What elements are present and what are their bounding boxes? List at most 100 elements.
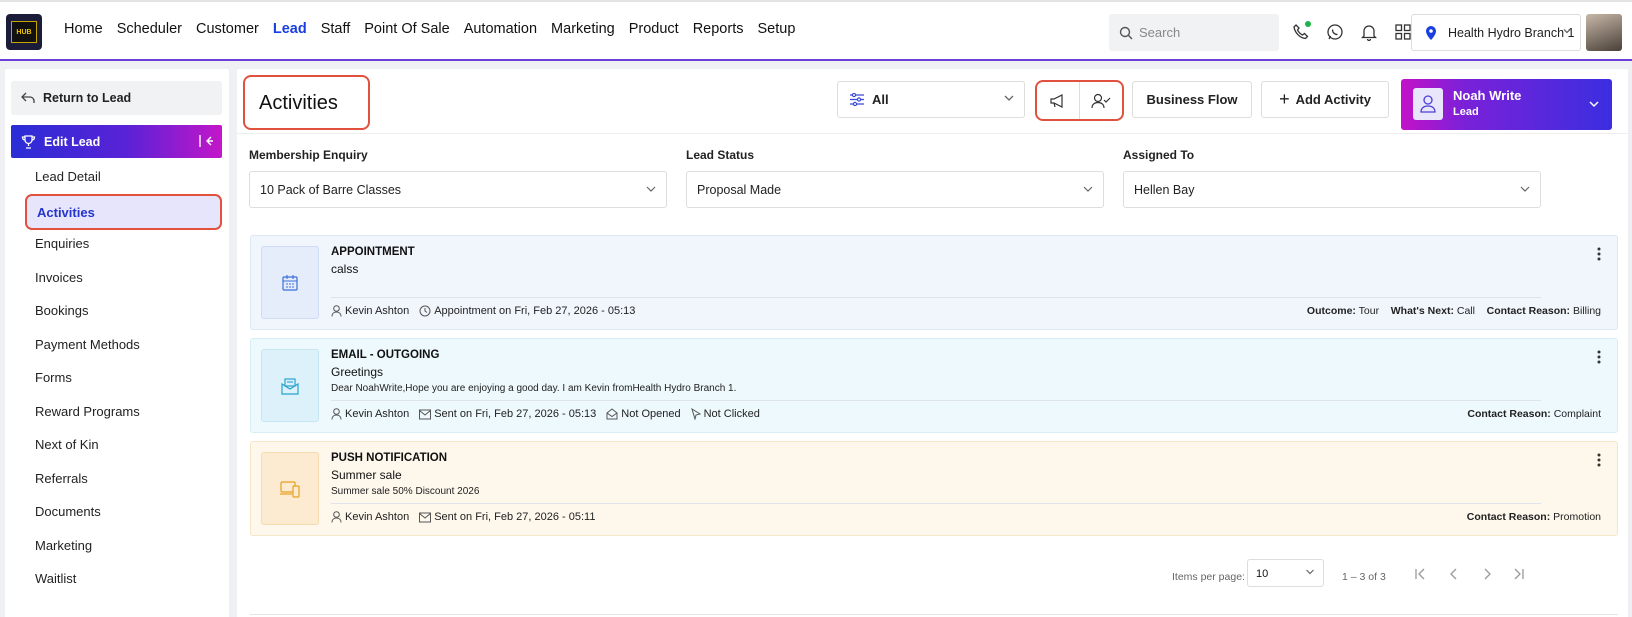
assigned-to-select[interactable]: Hellen Bay (1123, 171, 1541, 208)
first-page-icon[interactable] (1413, 567, 1427, 581)
bell-icon[interactable] (1358, 21, 1380, 43)
activity-description: Summer sale 50% Discount 2026 (331, 486, 480, 497)
quick-action-icons (1035, 80, 1124, 121)
main-nav: Home Scheduler Customer Lead Staff Point Of S… (64, 21, 809, 37)
assigned-to-value: Hellen Bay (1134, 182, 1195, 197)
sidebar-item-marketing[interactable]: Marketing (35, 538, 92, 553)
activity-subject: calss (331, 262, 359, 276)
sidebar-item-bookings[interactable]: Bookings (35, 303, 88, 318)
sidebar-item-invoices[interactable]: Invoices (35, 270, 83, 285)
lead-status-label: Lead Status (686, 148, 755, 162)
activity-time: Sent on Fri, Feb 27, 2026 - 05:11 (419, 511, 595, 523)
activity-card[interactable]: EMAIL - OUTGOING Greetings Dear NoahWrit… (250, 338, 1618, 433)
nav-customer[interactable]: Customer (196, 21, 259, 37)
business-flow-button[interactable]: Business Flow (1132, 81, 1252, 118)
nav-setup[interactable]: Setup (757, 21, 795, 37)
phone-icon[interactable] (1290, 21, 1312, 43)
search-box[interactable]: Search (1109, 14, 1279, 51)
sidebar-item-waitlist[interactable]: Waitlist (35, 571, 76, 586)
nav-automation[interactable]: Automation (464, 21, 537, 37)
activity-time: Sent on Fri, Feb 27, 2026 - 05:13 (419, 408, 596, 420)
nav-staff[interactable]: Staff (321, 21, 351, 37)
user-icon (331, 511, 342, 523)
next-page-icon[interactable] (1480, 567, 1494, 581)
devices-icon (261, 452, 319, 525)
detail-key: Outcome: (1306, 305, 1356, 317)
activity-staff: Kevin Ashton (331, 305, 409, 317)
sidebar-item-reward-programs[interactable]: Reward Programs (35, 404, 140, 419)
staff-name: Kevin Ashton (345, 511, 410, 523)
nav-point-of-sale[interactable]: Point Of Sale (364, 21, 449, 37)
sidebar-item-lead-detail[interactable]: Lead Detail (35, 169, 101, 184)
cursor-icon (690, 408, 701, 420)
membership-enquiry-value: 10 Pack of Barre Classes (260, 182, 402, 197)
activity-meta: Kevin Ashton Sent on Fri, Feb 27, 2026 -… (331, 511, 605, 523)
whatsapp-icon[interactable] (1324, 21, 1346, 43)
branch-name: Health Hydro Branch 1 (1448, 25, 1575, 40)
activity-details: Contact Reason: Complaint (1467, 408, 1601, 420)
app-logo[interactable]: HUB (6, 14, 42, 50)
activity-subject: Greetings (331, 365, 384, 379)
sidebar-item-enquiries[interactable]: Enquiries (35, 236, 89, 251)
filter-value: All (872, 92, 889, 107)
chevron-down-icon (1083, 186, 1093, 192)
items-per-page-label: Items per page: (1172, 571, 1245, 583)
clicked-status: Not Clicked (690, 408, 760, 420)
branch-selector[interactable]: Health Hydro Branch 1 (1411, 14, 1581, 51)
user-avatar[interactable] (1586, 14, 1622, 51)
clicked-text: Not Clicked (703, 408, 760, 420)
nav-product[interactable]: Product (629, 21, 679, 37)
add-activity-button[interactable]: + Add Activity (1261, 81, 1389, 118)
chevron-down-icon (1004, 95, 1014, 101)
lead-status-select[interactable]: Proposal Made (686, 171, 1104, 208)
more-options-icon[interactable] (1597, 247, 1601, 261)
nav-scheduler[interactable]: Scheduler (117, 21, 182, 37)
last-page-icon[interactable] (1512, 567, 1526, 581)
activity-card[interactable]: APPOINTMENT calss Kevin Ashton Appointme… (250, 235, 1618, 330)
sidebar-item-documents[interactable]: Documents (35, 504, 101, 519)
top-icons (1290, 21, 1414, 43)
lead-name: Noah Write (1453, 88, 1522, 103)
prev-page-icon[interactable] (1447, 567, 1461, 581)
more-options-icon[interactable] (1597, 453, 1601, 467)
collapse-sidebar-icon[interactable] (199, 134, 214, 148)
activity-when: Appointment on Fri, Feb 27, 2026 - 05:13 (434, 305, 636, 317)
membership-enquiry-label: Membership Enquiry (249, 148, 368, 162)
lead-role: Lead (1453, 106, 1479, 118)
more-options-icon[interactable] (1597, 350, 1601, 364)
search-placeholder: Search (1139, 25, 1181, 40)
lead-profile-card[interactable]: Noah Write Lead (1401, 79, 1612, 130)
nav-lead[interactable]: Lead (273, 21, 307, 37)
activity-meta: Kevin Ashton Appointment on Fri, Feb 27,… (331, 305, 645, 317)
page-title: Activities (243, 75, 370, 130)
edit-lead-header[interactable]: Edit Lead (11, 125, 222, 158)
open-mail-icon (606, 408, 618, 420)
activity-meta: Kevin Ashton Sent on Fri, Feb 27, 2026 -… (331, 408, 770, 420)
detail-value: Billing (1572, 305, 1601, 317)
nav-home[interactable]: Home (64, 21, 103, 37)
sidebar-item-next-of-kin[interactable]: Next of Kin (35, 437, 99, 452)
card-divider (331, 400, 1541, 401)
activity-filter-select[interactable]: All (837, 81, 1025, 118)
megaphone-icon[interactable] (1037, 82, 1080, 119)
sidebar: Return to Lead Edit Lead Lead Detail Acti… (5, 69, 229, 617)
activity-staff: Kevin Ashton (331, 511, 409, 523)
sidebar-item-activities[interactable]: Activities (25, 194, 222, 230)
activity-when: Sent on Fri, Feb 27, 2026 - 05:11 (434, 511, 596, 523)
activity-card[interactable]: PUSH NOTIFICATION Summer sale Summer sal… (250, 441, 1618, 536)
return-to-lead-button[interactable]: Return to Lead (11, 81, 222, 115)
staff-name: Kevin Ashton (345, 305, 410, 317)
nav-marketing[interactable]: Marketing (551, 21, 615, 37)
card-divider (331, 503, 1541, 504)
detail-value: Promotion (1553, 511, 1601, 523)
detail-value: Tour (1358, 305, 1380, 317)
membership-enquiry-select[interactable]: 10 Pack of Barre Classes (249, 171, 667, 208)
items-per-page-select[interactable]: 10 (1247, 559, 1324, 587)
user-check-icon[interactable] (1080, 82, 1122, 119)
nav-reports[interactable]: Reports (693, 21, 744, 37)
activity-time: Appointment on Fri, Feb 27, 2026 - 05:13 (419, 305, 635, 317)
sidebar-item-payment-methods[interactable]: Payment Methods (35, 337, 140, 352)
sidebar-item-referrals[interactable]: Referrals (35, 471, 88, 486)
return-label: Return to Lead (43, 91, 132, 105)
sidebar-item-forms[interactable]: Forms (35, 370, 72, 385)
